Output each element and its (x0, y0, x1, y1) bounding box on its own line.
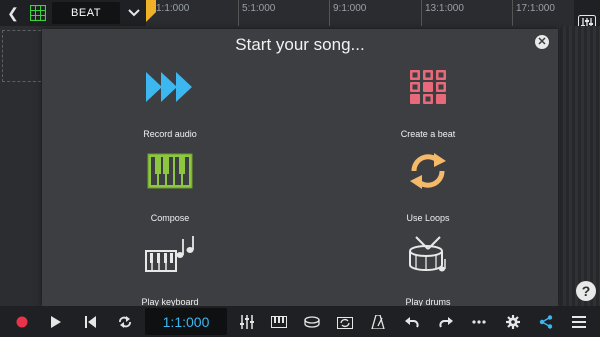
start-song-dialog: Start your song... ✕ Record audio Create… (42, 29, 558, 307)
track-grid-edge (560, 26, 600, 306)
option-create-beat[interactable]: Create a beat (348, 65, 508, 139)
beat-grid-icon[interactable] (28, 3, 48, 23)
option-record-audio[interactable]: Record audio (90, 65, 250, 139)
timeline-ruler[interactable]: 1:1:000 5:1:000 9:1:000 13:1:000 17:1:00… (146, 0, 574, 26)
ruler-tick: 1:1:000 (156, 3, 190, 14)
top-toolbar: ❮ BEAT 1:1:000 5:1:000 9:1:000 13:1:000 … (0, 0, 600, 33)
close-icon[interactable]: ✕ (535, 35, 549, 49)
more-options-icon[interactable] (468, 311, 490, 333)
option-compose[interactable]: Compose (90, 149, 250, 223)
loop-icon[interactable] (114, 311, 136, 333)
redo-icon[interactable] (435, 311, 457, 333)
ruler-tick: 17:1:000 (516, 3, 555, 14)
chevron-down-icon[interactable] (124, 3, 144, 23)
piano-icon[interactable] (268, 311, 290, 333)
empty-track-lane[interactable] (2, 30, 41, 82)
track-selector[interactable]: BEAT (52, 2, 120, 24)
loop-browser-icon[interactable] (334, 311, 356, 333)
loop-arrows-icon (402, 149, 454, 193)
back-icon[interactable]: ❮ (3, 3, 23, 23)
keyboard-note-icon (144, 233, 196, 277)
settings-gear-icon[interactable] (502, 311, 524, 333)
fast-forward-arrows-icon (144, 65, 196, 109)
ruler-tick: 5:1:000 (242, 3, 276, 14)
piano-keys-icon (144, 149, 196, 193)
record-icon[interactable] (11, 311, 33, 333)
dialog-title: Start your song... (235, 35, 365, 54)
drum-icon (402, 233, 454, 277)
ruler-tick: 9:1:000 (333, 3, 367, 14)
menu-hamburger-icon[interactable] (568, 311, 590, 333)
drum-pads-icon (402, 65, 454, 109)
option-label: Record audio (143, 129, 197, 139)
option-use-loops[interactable]: Use Loops (348, 149, 508, 223)
option-label: Compose (150, 213, 190, 223)
drum-icon[interactable] (301, 311, 323, 333)
option-label: Create a beat (400, 129, 456, 139)
time-display[interactable]: 1:1:000 (145, 308, 227, 335)
rewind-to-start-icon[interactable] (80, 311, 102, 333)
share-icon[interactable] (535, 311, 557, 333)
undo-icon[interactable] (401, 311, 423, 333)
help-icon[interactable]: ? (576, 281, 596, 301)
metronome-icon[interactable] (367, 311, 389, 333)
option-play-keyboard[interactable]: Play keyboard (90, 233, 250, 307)
ruler-tick: 13:1:000 (425, 3, 464, 14)
mixer-icon[interactable] (236, 311, 258, 333)
play-icon[interactable] (45, 311, 67, 333)
option-play-drums[interactable]: Play drums (348, 233, 508, 307)
option-label: Use Loops (406, 213, 450, 223)
